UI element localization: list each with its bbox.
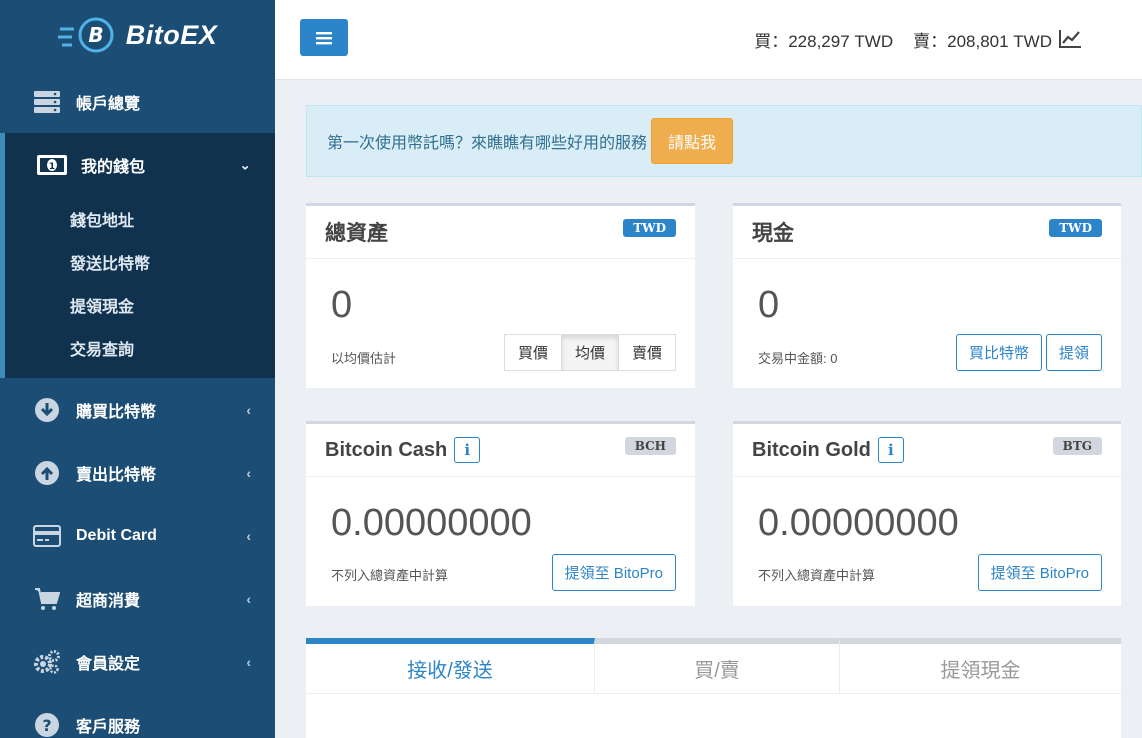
bitcoin-gold-box: Bitcoin Gold i BTG 0.00000000 不列入總資產中計算 …	[733, 421, 1121, 606]
first-time-callout: 第一次使用幣託嗎？來瞧瞧有哪些好用的服務 請點我	[306, 105, 1142, 177]
chevron-down-icon: ⌄	[239, 156, 251, 172]
chevron-left-icon: ‹	[246, 464, 251, 481]
arrow-circle-up-icon	[32, 458, 62, 488]
bitoex-logo-icon: B	[57, 17, 114, 53]
currency-badge: BCH	[624, 437, 676, 455]
arrow-circle-down-icon	[32, 395, 62, 425]
sidebar-toggle-button[interactable]	[300, 19, 348, 56]
chevron-left-icon: ‹	[246, 653, 251, 670]
price-basis-toggle: 買價 均價 賣價	[503, 334, 676, 371]
submenu-item-withdraw-cash[interactable]: 提領現金	[5, 286, 275, 329]
hamburger-icon	[316, 31, 332, 44]
top-navbar: 買：228,297 TWD 賣：208,801 TWD	[275, 0, 1142, 80]
callout-text: 第一次使用幣託嗎？來瞧瞧有哪些好用的服務	[327, 135, 648, 152]
question-circle-icon: ?	[32, 710, 62, 738]
box-header: 總資產 TWD	[306, 206, 695, 259]
box-title: 總資產	[325, 222, 388, 245]
line-chart-icon[interactable]	[1058, 29, 1082, 49]
sidebar: B BitoEX 帳戶總覽 1 我的錢包 ⌄ 錢包地址 發送比特幣 提領現金 交…	[0, 0, 275, 738]
tab-buy-sell[interactable]: 買/賣	[595, 638, 840, 693]
sell-price: 賣：208,801 TWD	[913, 32, 1052, 51]
sidebar-item-label: 賣出比特幣	[76, 466, 157, 484]
box-header: Bitcoin Cash i BCH	[306, 424, 695, 477]
money-icon: 1	[37, 150, 67, 180]
total-assets-box: 總資產 TWD 0 以均價估計 買價 均價 賣價	[306, 203, 695, 388]
not-counted-note: 不列入總資產中計算	[331, 568, 449, 583]
currency-badge: BTG	[1052, 437, 1102, 455]
svg-text:?: ?	[42, 716, 51, 735]
box-header: 現金 TWD	[733, 206, 1121, 259]
sidebar-item-label: 會員設定	[76, 655, 141, 673]
chevron-left-icon: ‹	[246, 590, 251, 607]
chevron-left-icon: ‹	[246, 527, 251, 544]
credit-card-icon	[32, 521, 62, 551]
box-body: 0 以均價估計 買價 均價 賣價	[306, 259, 695, 388]
info-icon[interactable]: i	[454, 437, 481, 463]
server-icon	[32, 87, 62, 117]
withdraw-button[interactable]: 提領	[1045, 334, 1102, 371]
sidebar-item-label: 客戶服務	[76, 718, 141, 736]
total-assets-value: 0	[331, 284, 353, 326]
withdraw-to-bitopro-button[interactable]: 提領至 BitoPro	[551, 554, 676, 591]
box-title: 現金	[752, 222, 794, 245]
box-body: 0.00000000 不列入總資產中計算 提領至 BitoPro	[733, 477, 1121, 606]
sidebar-item-customer-service[interactable]: ? 客戶服務	[0, 693, 275, 738]
cash-value: 0	[758, 284, 780, 326]
sidebar-item-account-overview[interactable]: 帳戶總覽	[0, 70, 275, 133]
btg-balance: 0.00000000	[758, 502, 959, 544]
avg-price-toggle-button[interactable]: 均價	[560, 334, 619, 371]
box-header: Bitcoin Gold i BTG	[733, 424, 1121, 477]
wallet-tabs: 接收/發送 買/賣 提領現金	[306, 638, 1121, 738]
sidebar-item-convenience-store[interactable]: 超商消費 ‹	[0, 567, 275, 630]
sidebar-item-member-settings[interactable]: 會員設定 ‹	[0, 630, 275, 693]
gears-icon	[32, 647, 62, 677]
sidebar-item-label: Debit Card	[76, 526, 157, 544]
currency-badge: TWD	[623, 219, 676, 237]
estimate-note: 以均價估計	[331, 351, 397, 366]
box-title: Bitcoin Cash	[325, 438, 448, 461]
buy-price-toggle-button[interactable]: 買價	[503, 334, 562, 371]
cart-icon	[32, 584, 62, 614]
sell-price-toggle-button[interactable]: 賣價	[617, 334, 676, 371]
bch-balance: 0.00000000	[331, 502, 532, 544]
buy-price: 買：228,297 TWD	[754, 32, 894, 51]
box-body: 0.00000000 不列入總資產中計算 提領至 BitoPro	[306, 477, 695, 606]
cash-actions: 買比特幣 提領	[955, 334, 1102, 371]
sidebar-item-label: 超商消費	[76, 592, 141, 610]
sidebar-item-my-wallet[interactable]: 1 我的錢包 ⌄	[0, 133, 275, 196]
sidebar-item-buy-bitcoin[interactable]: 購買比特幣 ‹	[0, 378, 275, 441]
box-title: Bitcoin Gold	[752, 438, 871, 461]
click-me-button[interactable]: 請點我	[651, 118, 734, 164]
wallet-submenu: 錢包地址 發送比特幣 提領現金 交易查詢	[0, 196, 275, 378]
bitcoin-cash-box: Bitcoin Cash i BCH 0.00000000 不列入總資產中計算 …	[306, 421, 695, 606]
tab-withdraw-cash[interactable]: 提領現金	[840, 638, 1121, 693]
box-body: 0 交易中金額: 0 買比特幣 提領	[733, 259, 1121, 388]
in-trade-amount: 交易中金額: 0	[758, 351, 838, 366]
currency-badge: TWD	[1049, 219, 1102, 237]
btg-actions: 提領至 BitoPro	[977, 554, 1102, 591]
tab-receive-send[interactable]: 接收/發送	[306, 638, 595, 693]
brand-name: BitoEX	[125, 19, 218, 50]
tab-row: 接收/發送 買/賣 提領現金	[306, 638, 1121, 694]
submenu-item-send-bitcoin[interactable]: 發送比特幣	[5, 243, 275, 286]
buy-bitcoin-button[interactable]: 買比特幣	[955, 334, 1042, 371]
cash-box: 現金 TWD 0 交易中金額: 0 買比特幣 提領	[733, 203, 1121, 388]
submenu-item-wallet-address[interactable]: 錢包地址	[5, 200, 275, 243]
chevron-left-icon: ‹	[246, 401, 251, 418]
brand-logo[interactable]: B BitoEX	[0, 0, 275, 70]
sidebar-item-label: 帳戶總覽	[76, 95, 141, 113]
withdraw-to-bitopro-button[interactable]: 提領至 BitoPro	[977, 554, 1102, 591]
submenu-item-transactions[interactable]: 交易查詢	[5, 329, 275, 372]
sidebar-item-sell-bitcoin[interactable]: 賣出比特幣 ‹	[0, 441, 275, 504]
info-icon[interactable]: i	[877, 437, 904, 463]
svg-text:1: 1	[49, 162, 55, 172]
svg-text:B: B	[88, 23, 103, 47]
sidebar-item-label: 我的錢包	[81, 158, 146, 176]
sidebar-item-debit-card[interactable]: Debit Card ‹	[0, 504, 275, 567]
sidebar-item-label: 購買比特幣	[76, 403, 157, 421]
bch-actions: 提領至 BitoPro	[551, 554, 676, 591]
not-counted-note: 不列入總資產中計算	[758, 568, 876, 583]
price-ticker: 買：228,297 TWD 賣：208,801 TWD	[754, 27, 1086, 52]
